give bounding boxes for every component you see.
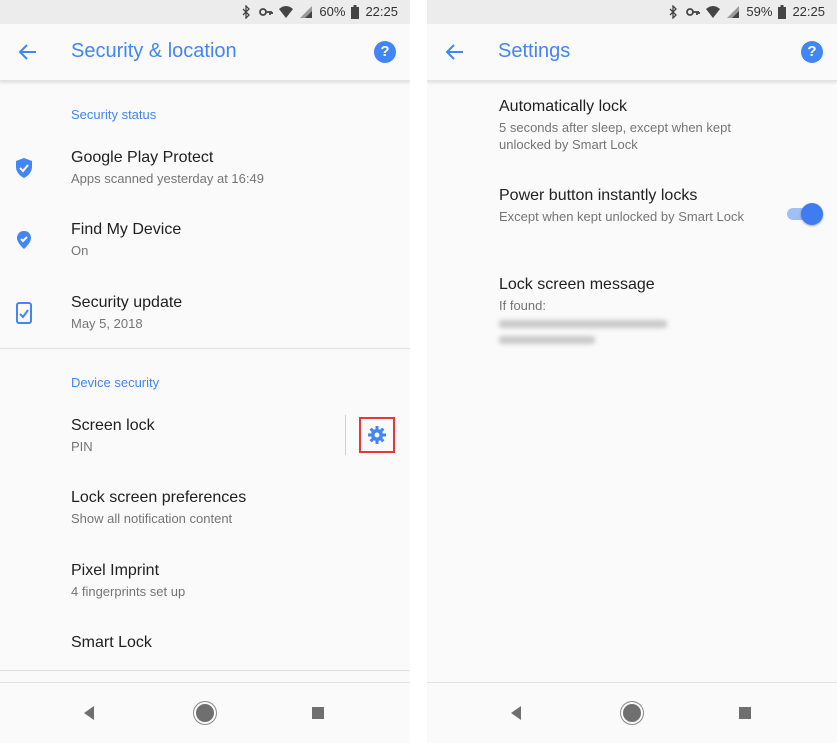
item-title: Google Play Protect: [71, 149, 214, 166]
nav-home-icon[interactable]: [623, 704, 641, 722]
wifi-icon: [706, 5, 721, 18]
gear-icon: [368, 426, 386, 444]
item-subtitle: If found:: [499, 298, 546, 313]
power-button-lock-toggle[interactable]: [785, 203, 823, 225]
battery-icon: [778, 4, 787, 19]
item-subtitle: May 5, 2018: [71, 316, 143, 331]
vpn-key-icon: [686, 7, 701, 16]
security-location-screen: 60% 22:25 Security & location ? Security…: [0, 0, 410, 743]
item-title: Lock screen preferences: [71, 489, 247, 506]
wifi-icon: [279, 5, 294, 18]
toggle-thumb: [801, 203, 823, 225]
location-pin-icon: [17, 231, 31, 249]
settings-item-power-button-instantly-locks[interactable]: Power button instantly locks Except when…: [499, 187, 819, 225]
screen-lock-settings-screen: 59% 22:25 Settings ? Automatically lock …: [427, 0, 837, 743]
page-title: Security & location: [71, 40, 237, 62]
help-icon[interactable]: ?: [374, 41, 396, 63]
battery-icon: [351, 4, 360, 19]
item-title: Find My Device: [71, 221, 182, 238]
nav-back-icon[interactable]: [82, 705, 96, 721]
item-title: Automatically lock: [499, 98, 628, 115]
nav-bar: [427, 682, 837, 743]
status-bar: 60% 22:25: [0, 0, 410, 24]
list-divider: [0, 670, 410, 671]
settings-item-security-update[interactable]: Security update May 5, 2018: [0, 286, 410, 346]
settings-item-find-my-device[interactable]: Find My Device On: [0, 213, 410, 273]
clock: 22:25: [365, 4, 398, 19]
item-subtitle: Apps scanned yesterday at 16:49: [71, 171, 264, 186]
settings-item-screen-lock[interactable]: Screen lock PIN: [0, 409, 410, 469]
back-arrow-icon[interactable]: [443, 40, 467, 64]
bluetooth-icon: [669, 4, 678, 19]
settings-item-lock-screen-message[interactable]: Lock screen message If found:: [499, 276, 819, 348]
item-title: Smart Lock: [71, 634, 152, 651]
vpn-key-icon: [259, 7, 274, 16]
shield-check-icon: [16, 158, 32, 178]
item-subtitle: On: [71, 243, 89, 258]
redacted-message-text: [499, 320, 667, 344]
vertical-separator: [345, 415, 346, 455]
cell-signal-icon: [300, 5, 313, 18]
section-header-security-status: Security status: [71, 107, 157, 122]
item-title: Power button instantly locks: [499, 187, 698, 204]
phone-check-icon: [16, 302, 32, 324]
nav-recents-icon[interactable]: [739, 707, 751, 719]
item-title: Security update: [71, 294, 183, 311]
status-bar: 59% 22:25: [427, 0, 837, 24]
item-subtitle: Except when kept unlocked by Smart Lock: [499, 209, 744, 224]
settings-item-automatically-lock[interactable]: Automatically lock 5 seconds after sleep…: [499, 98, 819, 153]
screen-lock-settings-button[interactable]: [359, 417, 395, 453]
nav-home-icon[interactable]: [196, 704, 214, 722]
app-bar: Settings ?: [427, 24, 837, 81]
item-title: Screen lock: [71, 417, 155, 434]
nav-back-icon[interactable]: [509, 705, 523, 721]
cell-signal-icon: [727, 5, 740, 18]
back-arrow-icon[interactable]: [16, 40, 40, 64]
section-header-device-security: Device security: [71, 375, 160, 390]
app-bar: Security & location ?: [0, 24, 410, 81]
settings-item-google-play-protect[interactable]: Google Play Protect Apps scanned yesterd…: [0, 141, 410, 201]
settings-item-smart-lock[interactable]: Smart Lock: [0, 626, 410, 686]
item-subtitle: PIN: [71, 439, 93, 454]
battery-percent: 60%: [319, 4, 346, 19]
item-subtitle: Show all notification content: [71, 511, 233, 526]
item-title: Lock screen message: [499, 276, 655, 293]
nav-recents-icon[interactable]: [312, 707, 324, 719]
bluetooth-icon: [242, 4, 251, 19]
settings-item-lock-screen-preferences[interactable]: Lock screen preferences Show all notific…: [0, 481, 410, 541]
page-title: Settings: [498, 40, 571, 62]
item-title: Pixel Imprint: [71, 562, 160, 579]
item-subtitle: 5 seconds after sleep, except when kept …: [499, 120, 731, 152]
clock: 22:25: [792, 4, 825, 19]
help-icon[interactable]: ?: [801, 41, 823, 63]
section-divider: [0, 348, 410, 349]
item-subtitle: 4 fingerprints set up: [71, 584, 186, 599]
settings-item-pixel-imprint[interactable]: Pixel Imprint 4 fingerprints set up: [0, 554, 410, 614]
battery-percent: 59%: [746, 4, 773, 19]
nav-bar: [0, 682, 410, 743]
